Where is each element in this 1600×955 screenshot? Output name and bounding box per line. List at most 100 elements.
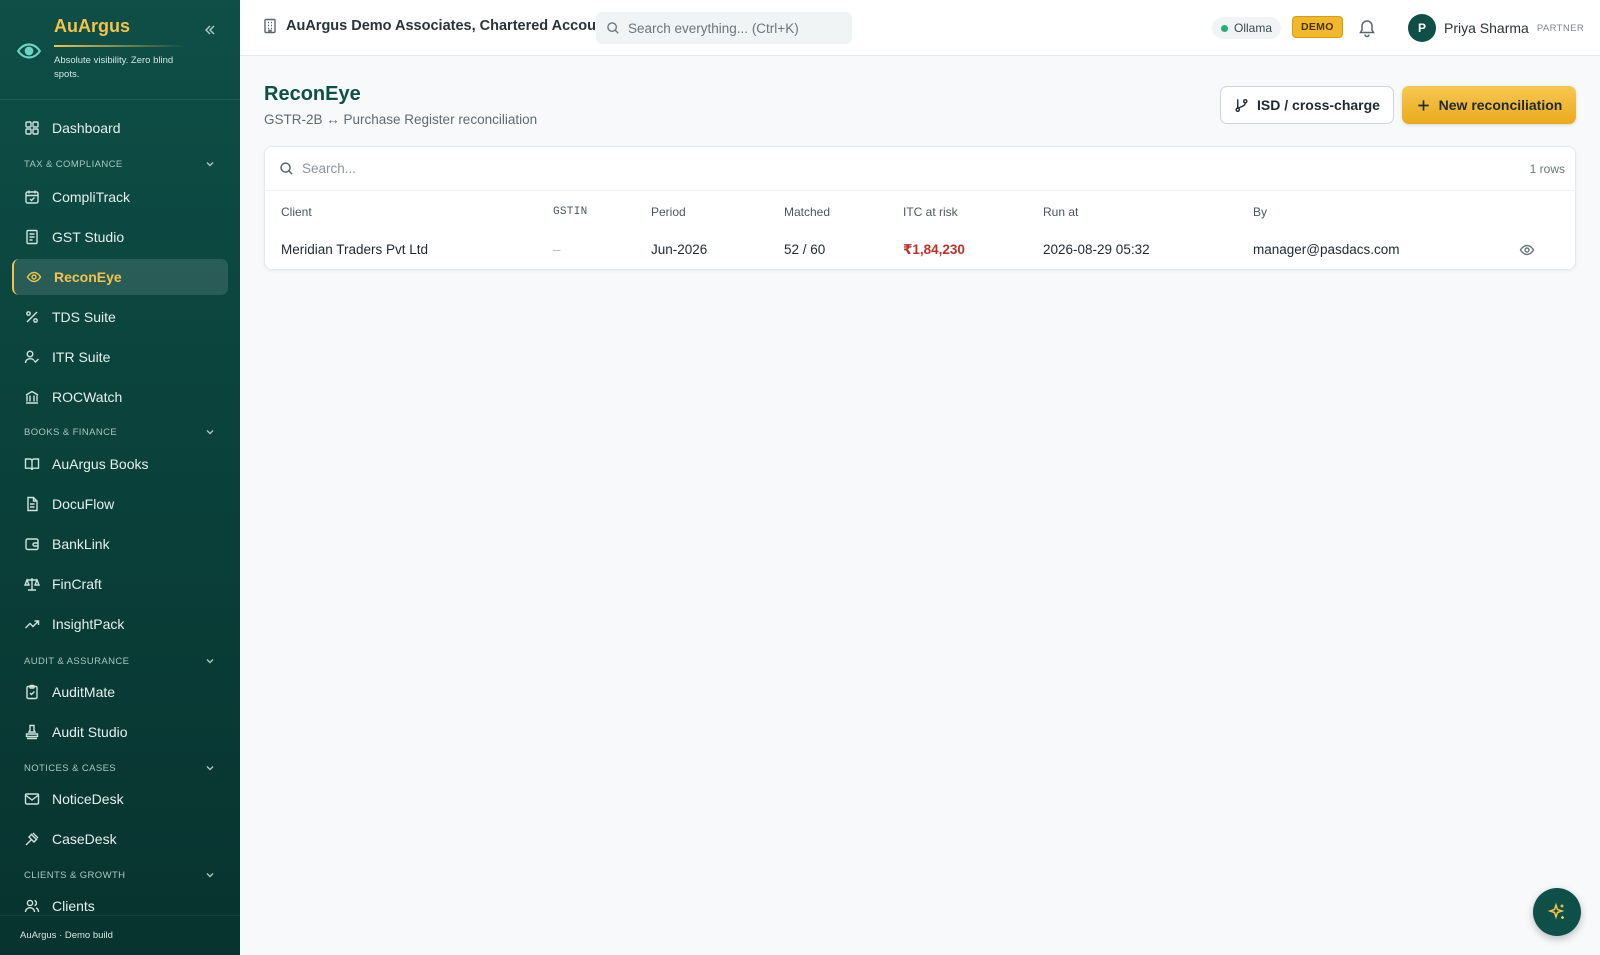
- search-icon: [279, 161, 294, 176]
- section-audit-assurance[interactable]: AUDIT & ASSURANCE: [24, 654, 216, 668]
- sidebar-item-banklink[interactable]: BankLink: [12, 526, 228, 562]
- sidebar-item-fincraft[interactable]: FinCraft: [12, 566, 228, 602]
- plus-icon: [1416, 98, 1431, 113]
- org-switcher[interactable]: AuArgus Demo Associates, Chartered Accou…: [262, 18, 608, 34]
- section-label: CLIENTS & GROWTH: [24, 869, 126, 881]
- sidebar-item-label: TDS Suite: [52, 309, 116, 325]
- sidebar-item-casedesk[interactable]: CaseDesk: [12, 821, 228, 857]
- sidebar-item-label: GST Studio: [52, 229, 125, 245]
- clipboard-check-icon: [24, 684, 40, 700]
- sidebar-item-tds-suite[interactable]: TDS Suite: [12, 299, 228, 335]
- stamp-icon: [24, 724, 40, 740]
- sidebar-item-clients[interactable]: Clients: [12, 888, 228, 915]
- sidebar-item-label: BankLink: [52, 536, 110, 552]
- column-header-client[interactable]: Client: [281, 205, 312, 219]
- cell-matched: 52 / 60: [784, 242, 826, 257]
- global-search-input[interactable]: Search everything... (Ctrl+K): [596, 12, 852, 44]
- cell-client: Meridian Traders Pvt Ltd: [281, 242, 429, 257]
- sidebar-item-noticedesk[interactable]: NoticeDesk: [12, 781, 228, 817]
- sidebar-item-reconeye[interactable]: ReconEye: [12, 259, 228, 295]
- sidebar-item-rocwatch[interactable]: ROCWatch: [12, 379, 228, 415]
- sidebar-item-label: InsightPack: [52, 616, 125, 632]
- table-search-input[interactable]: [302, 161, 902, 176]
- sidebar-item-label: DocuFlow: [52, 496, 115, 512]
- wallet-icon: [24, 536, 40, 552]
- section-label: NOTICES & CASES: [24, 762, 117, 774]
- demo-badge: DEMO: [1292, 16, 1343, 38]
- collapse-sidebar-icon[interactable]: [202, 22, 218, 38]
- page-title: ReconEye: [264, 83, 361, 105]
- table-row[interactable]: Meridian Traders Pvt Ltd – Jun-2026 52 /…: [265, 231, 1577, 269]
- chevron-down-icon: [204, 655, 216, 667]
- sidebar-item-itr-suite[interactable]: ITR Suite: [12, 339, 228, 375]
- chevron-down-icon: [204, 762, 216, 774]
- sidebar-footer: AuArgus · Demo build: [0, 915, 240, 955]
- avatar: P: [1408, 14, 1436, 42]
- sidebar-item-complitrack[interactable]: CompliTrack: [12, 179, 228, 215]
- brand-tagline: Absolute visibility. Zero blind spots.: [54, 55, 174, 80]
- calendar-check-icon: [24, 189, 40, 205]
- sidebar-item-label: AuArgus Books: [52, 456, 149, 472]
- user-role: PARTNER: [1536, 22, 1585, 34]
- sidebar-item-auditmate[interactable]: AuditMate: [12, 674, 228, 710]
- chevron-down-icon: [204, 869, 216, 881]
- user-check-icon: [24, 349, 40, 365]
- sidebar-item-label: ITR Suite: [52, 349, 111, 365]
- sidebar-item-label: ROCWatch: [52, 389, 123, 405]
- receipt-icon: [24, 229, 40, 245]
- gavel-icon: [24, 831, 40, 847]
- sidebar-item-gst-studio[interactable]: GST Studio: [12, 219, 228, 255]
- new-button-label: New reconciliation: [1438, 97, 1563, 113]
- brand-underline: [54, 45, 186, 47]
- cell-by: manager@pasdacs.com: [1253, 242, 1400, 257]
- new-reconciliation-button[interactable]: New reconciliation: [1402, 86, 1576, 124]
- column-header-run-at[interactable]: Run at: [1043, 205, 1078, 219]
- bank-building-icon: [24, 389, 40, 405]
- ai-assistant-button[interactable]: [1533, 888, 1581, 936]
- isd-cross-charge-button[interactable]: ISD / cross-charge: [1220, 86, 1394, 124]
- column-header-matched[interactable]: Matched: [784, 205, 830, 219]
- column-header-by[interactable]: By: [1253, 205, 1267, 219]
- user-name: Priya Sharma: [1444, 20, 1529, 36]
- cell-period: Jun-2026: [651, 242, 708, 257]
- column-header-itc-at-risk[interactable]: ITC at risk: [903, 205, 958, 219]
- section-label: BOOKS & FINANCE: [24, 426, 118, 438]
- users-icon: [24, 898, 40, 914]
- org-name: AuArgus Demo Associates, Chartered Accou…: [286, 18, 609, 34]
- section-tax-compliance[interactable]: TAX & COMPLIANCE: [24, 157, 216, 171]
- brand-name: AuArgus: [54, 16, 130, 36]
- isd-button-label: ISD / cross-charge: [1257, 97, 1380, 113]
- section-clients-growth[interactable]: CLIENTS & GROWTH: [24, 868, 216, 882]
- sidebar-item-auargus-books[interactable]: AuArgus Books: [12, 446, 228, 482]
- sidebar-item-docuflow[interactable]: DocuFlow: [12, 486, 228, 522]
- sidebar-item-label: Audit Studio: [52, 724, 128, 740]
- bell-icon[interactable]: [1357, 18, 1377, 38]
- view-eye-icon[interactable]: [1519, 242, 1535, 258]
- git-branch-icon: [1234, 98, 1249, 113]
- page-subtitle: GSTR-2B ↔ Purchase Register reconciliati…: [264, 112, 538, 127]
- ollama-status-badge[interactable]: Ollama: [1212, 17, 1282, 39]
- column-header-period[interactable]: Period: [651, 205, 686, 219]
- user-menu[interactable]: P Priya Sharma PARTNER: [1408, 14, 1584, 42]
- sidebar-item-label: Clients: [52, 898, 95, 914]
- cell-run-at: 2026-08-29 05:32: [1043, 242, 1150, 257]
- column-header-gstin[interactable]: GSTIN: [553, 206, 588, 218]
- sidebar-item-label: CompliTrack: [52, 189, 131, 205]
- section-label: TAX & COMPLIANCE: [24, 158, 123, 170]
- table-header: Client GSTIN Period Matched ITC at risk …: [265, 191, 1577, 231]
- sidebar-item-label: CaseDesk: [52, 831, 117, 847]
- brand-header: AuArgus Absolute visibility. Zero blind …: [0, 0, 240, 100]
- document-icon: [24, 496, 40, 512]
- building-icon: [262, 18, 278, 34]
- section-notices-cases[interactable]: NOTICES & CASES: [24, 761, 216, 775]
- status-dot: [1221, 24, 1228, 32]
- sidebar-item-dashboard[interactable]: Dashboard: [12, 110, 228, 146]
- sidebar: AuArgus Absolute visibility. Zero blind …: [0, 0, 240, 955]
- ollama-label: Ollama: [1234, 21, 1273, 35]
- sidebar-nav: Dashboard TAX & COMPLIANCE CompliTrack G…: [0, 100, 240, 915]
- eye-logo-icon: [16, 38, 42, 64]
- section-books-finance[interactable]: BOOKS & FINANCE: [24, 425, 216, 439]
- sidebar-item-audit-studio[interactable]: Audit Studio: [12, 714, 228, 750]
- sidebar-item-insightpack[interactable]: InsightPack: [12, 606, 228, 642]
- global-search-placeholder: Search everything... (Ctrl+K): [628, 20, 799, 36]
